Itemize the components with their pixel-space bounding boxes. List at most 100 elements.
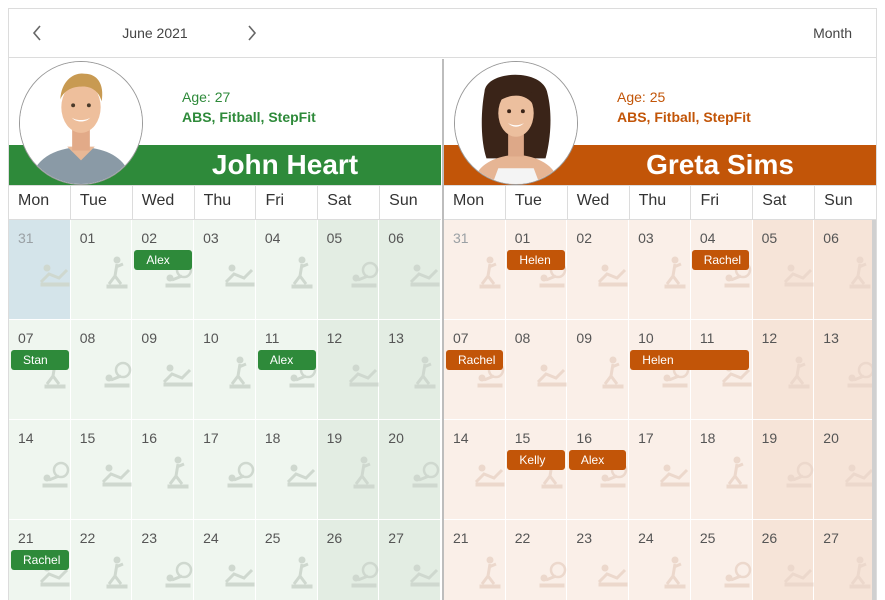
calendar-cell[interactable]: 07 bbox=[9, 320, 71, 420]
fitness-icon bbox=[229, 356, 251, 389]
calendar-cell[interactable]: 21 bbox=[444, 520, 506, 600]
appointment[interactable]: Rachel bbox=[446, 350, 504, 370]
calendar-cell[interactable]: 17 bbox=[194, 420, 256, 520]
calendar-cell[interactable]: 24 bbox=[629, 520, 691, 600]
cell-date: 27 bbox=[388, 530, 404, 546]
fitness-icon bbox=[724, 561, 752, 588]
view-switcher[interactable]: Month bbox=[813, 25, 852, 41]
calendar-cell[interactable]: 14 bbox=[9, 420, 71, 520]
calendar-cell[interactable]: 31 bbox=[444, 220, 506, 320]
calendar-cell[interactable]: 12 bbox=[752, 320, 815, 420]
calendar-cell[interactable]: 31 bbox=[9, 220, 71, 320]
cell-date: 26 bbox=[761, 530, 778, 546]
prev-period-button[interactable] bbox=[23, 21, 51, 45]
cell-date: 18 bbox=[264, 430, 281, 446]
calendar-cell[interactable]: 25 bbox=[255, 520, 318, 600]
appointment[interactable]: Stan bbox=[11, 350, 69, 370]
calendar-cell[interactable]: 02 bbox=[132, 220, 195, 320]
next-period-button[interactable] bbox=[238, 21, 266, 45]
day-header-wed: Wed bbox=[568, 186, 630, 219]
calendar-cell[interactable]: 18 bbox=[255, 420, 318, 520]
calendar-cell[interactable]: 14 bbox=[444, 420, 506, 520]
calendar-cell[interactable]: 07 bbox=[444, 320, 506, 420]
appointment[interactable]: Kelly bbox=[507, 450, 565, 470]
day-header-sun: Sun bbox=[824, 192, 853, 209]
calendar-cell[interactable]: 27 bbox=[379, 520, 441, 600]
calendar-cell[interactable]: 09 bbox=[567, 320, 630, 420]
fitness-icon bbox=[410, 564, 440, 587]
appointment[interactable]: Rachel bbox=[11, 550, 69, 570]
cell-date: 18 bbox=[699, 430, 716, 446]
calendar-cell[interactable]: 16 bbox=[132, 420, 195, 520]
calendar-cell[interactable]: 15 bbox=[70, 420, 133, 520]
scheduler: June 2021 Month John Heart Age: 27 ABS, … bbox=[8, 8, 877, 600]
calendar-cell[interactable]: 08 bbox=[505, 320, 568, 420]
calendar-cell[interactable]: 13 bbox=[379, 320, 441, 420]
calendar-cell[interactable]: 27 bbox=[814, 520, 876, 600]
calendar-cell[interactable]: 25 bbox=[690, 520, 753, 600]
calendar-cell[interactable]: 26 bbox=[752, 520, 815, 600]
cell-date: 10 bbox=[203, 330, 219, 346]
current-period[interactable]: June 2021 bbox=[105, 25, 205, 41]
calendar-cell[interactable]: 20 bbox=[379, 420, 441, 520]
cell-date: 26 bbox=[326, 530, 343, 546]
cell-date: 16 bbox=[141, 430, 157, 446]
trainer-info: Age: 27 ABS, Fitball, StepFit bbox=[182, 87, 316, 127]
calendar-cell[interactable]: 15 bbox=[505, 420, 568, 520]
appointment[interactable]: Rachel bbox=[691, 250, 750, 270]
cell-date: 01 bbox=[79, 230, 96, 246]
calendar-cell[interactable]: 16 bbox=[567, 420, 630, 520]
calendar-cell[interactable]: 11 bbox=[690, 320, 753, 420]
cell-date: 01 bbox=[514, 230, 531, 246]
calendar-cell[interactable]: 19 bbox=[317, 420, 380, 520]
appointment[interactable]: Alex bbox=[257, 350, 316, 370]
day-header-row: Mon Tue Wed Thu Fri Sat Sun bbox=[9, 185, 441, 220]
cell-date: 06 bbox=[823, 230, 839, 246]
calendar-cell[interactable]: 20 bbox=[814, 420, 876, 520]
calendar-cell[interactable]: 01 bbox=[505, 220, 568, 320]
fitness-icon bbox=[783, 564, 814, 587]
calendar-cell[interactable]: 05 bbox=[752, 220, 815, 320]
day-header-fri: Fri bbox=[691, 186, 754, 219]
appointment[interactable]: Alex bbox=[568, 450, 627, 470]
calendar-cell[interactable]: 04 bbox=[690, 220, 753, 320]
month-grid: 31 01 02 03 04 05 06 07 08 09 10 11 12 13 14 15 16 17 18 19… bbox=[444, 220, 876, 600]
calendar-cell[interactable]: 05 bbox=[317, 220, 380, 320]
calendar-cell[interactable]: 24 bbox=[194, 520, 256, 600]
calendar-cell[interactable]: 22 bbox=[505, 520, 568, 600]
fitness-icon bbox=[539, 561, 566, 588]
fitness-icon bbox=[783, 264, 814, 287]
calendar-cell[interactable]: 03 bbox=[194, 220, 256, 320]
calendar-cell[interactable]: 10 bbox=[194, 320, 256, 420]
fitness-icon bbox=[786, 461, 813, 488]
cell-date: 09 bbox=[576, 330, 592, 346]
appointment[interactable]: Helen bbox=[507, 250, 565, 270]
calendar-cell[interactable]: 23 bbox=[132, 520, 195, 600]
calendar-cell[interactable]: 02 bbox=[567, 220, 630, 320]
calendar-cell[interactable]: 10 bbox=[629, 320, 691, 420]
cell-date: 17 bbox=[203, 430, 219, 446]
calendar-cell[interactable]: 03 bbox=[629, 220, 691, 320]
calendar-cell[interactable]: 22 bbox=[70, 520, 133, 600]
fitness-icon bbox=[536, 364, 567, 387]
calendar-cell[interactable]: 12 bbox=[317, 320, 380, 420]
calendar-cell[interactable]: 23 bbox=[567, 520, 630, 600]
calendar-cell[interactable]: 09 bbox=[132, 320, 195, 420]
calendar-cell[interactable]: 17 bbox=[629, 420, 691, 520]
calendar-cell[interactable]: 13 bbox=[814, 320, 876, 420]
calendar-cell[interactable]: 18 bbox=[690, 420, 753, 520]
calendar-cell[interactable]: 19 bbox=[752, 420, 815, 520]
calendar-cell[interactable]: 26 bbox=[317, 520, 380, 600]
cell-date: 31 bbox=[453, 230, 469, 246]
appointment[interactable]: Helen bbox=[630, 350, 750, 370]
cell-date: 15 bbox=[514, 430, 531, 446]
calendar-cell[interactable]: 04 bbox=[255, 220, 318, 320]
calendar-cell[interactable]: 11 bbox=[255, 320, 318, 420]
calendar-cell[interactable]: 08 bbox=[70, 320, 133, 420]
calendar-cell[interactable]: 06 bbox=[379, 220, 441, 320]
appointment[interactable]: Alex bbox=[134, 250, 193, 270]
calendar-cell[interactable]: 01 bbox=[70, 220, 133, 320]
vertical-scrollbar[interactable] bbox=[872, 220, 876, 600]
calendar-cell[interactable]: 06 bbox=[814, 220, 876, 320]
trainer-age: Age: 27 bbox=[182, 89, 231, 105]
